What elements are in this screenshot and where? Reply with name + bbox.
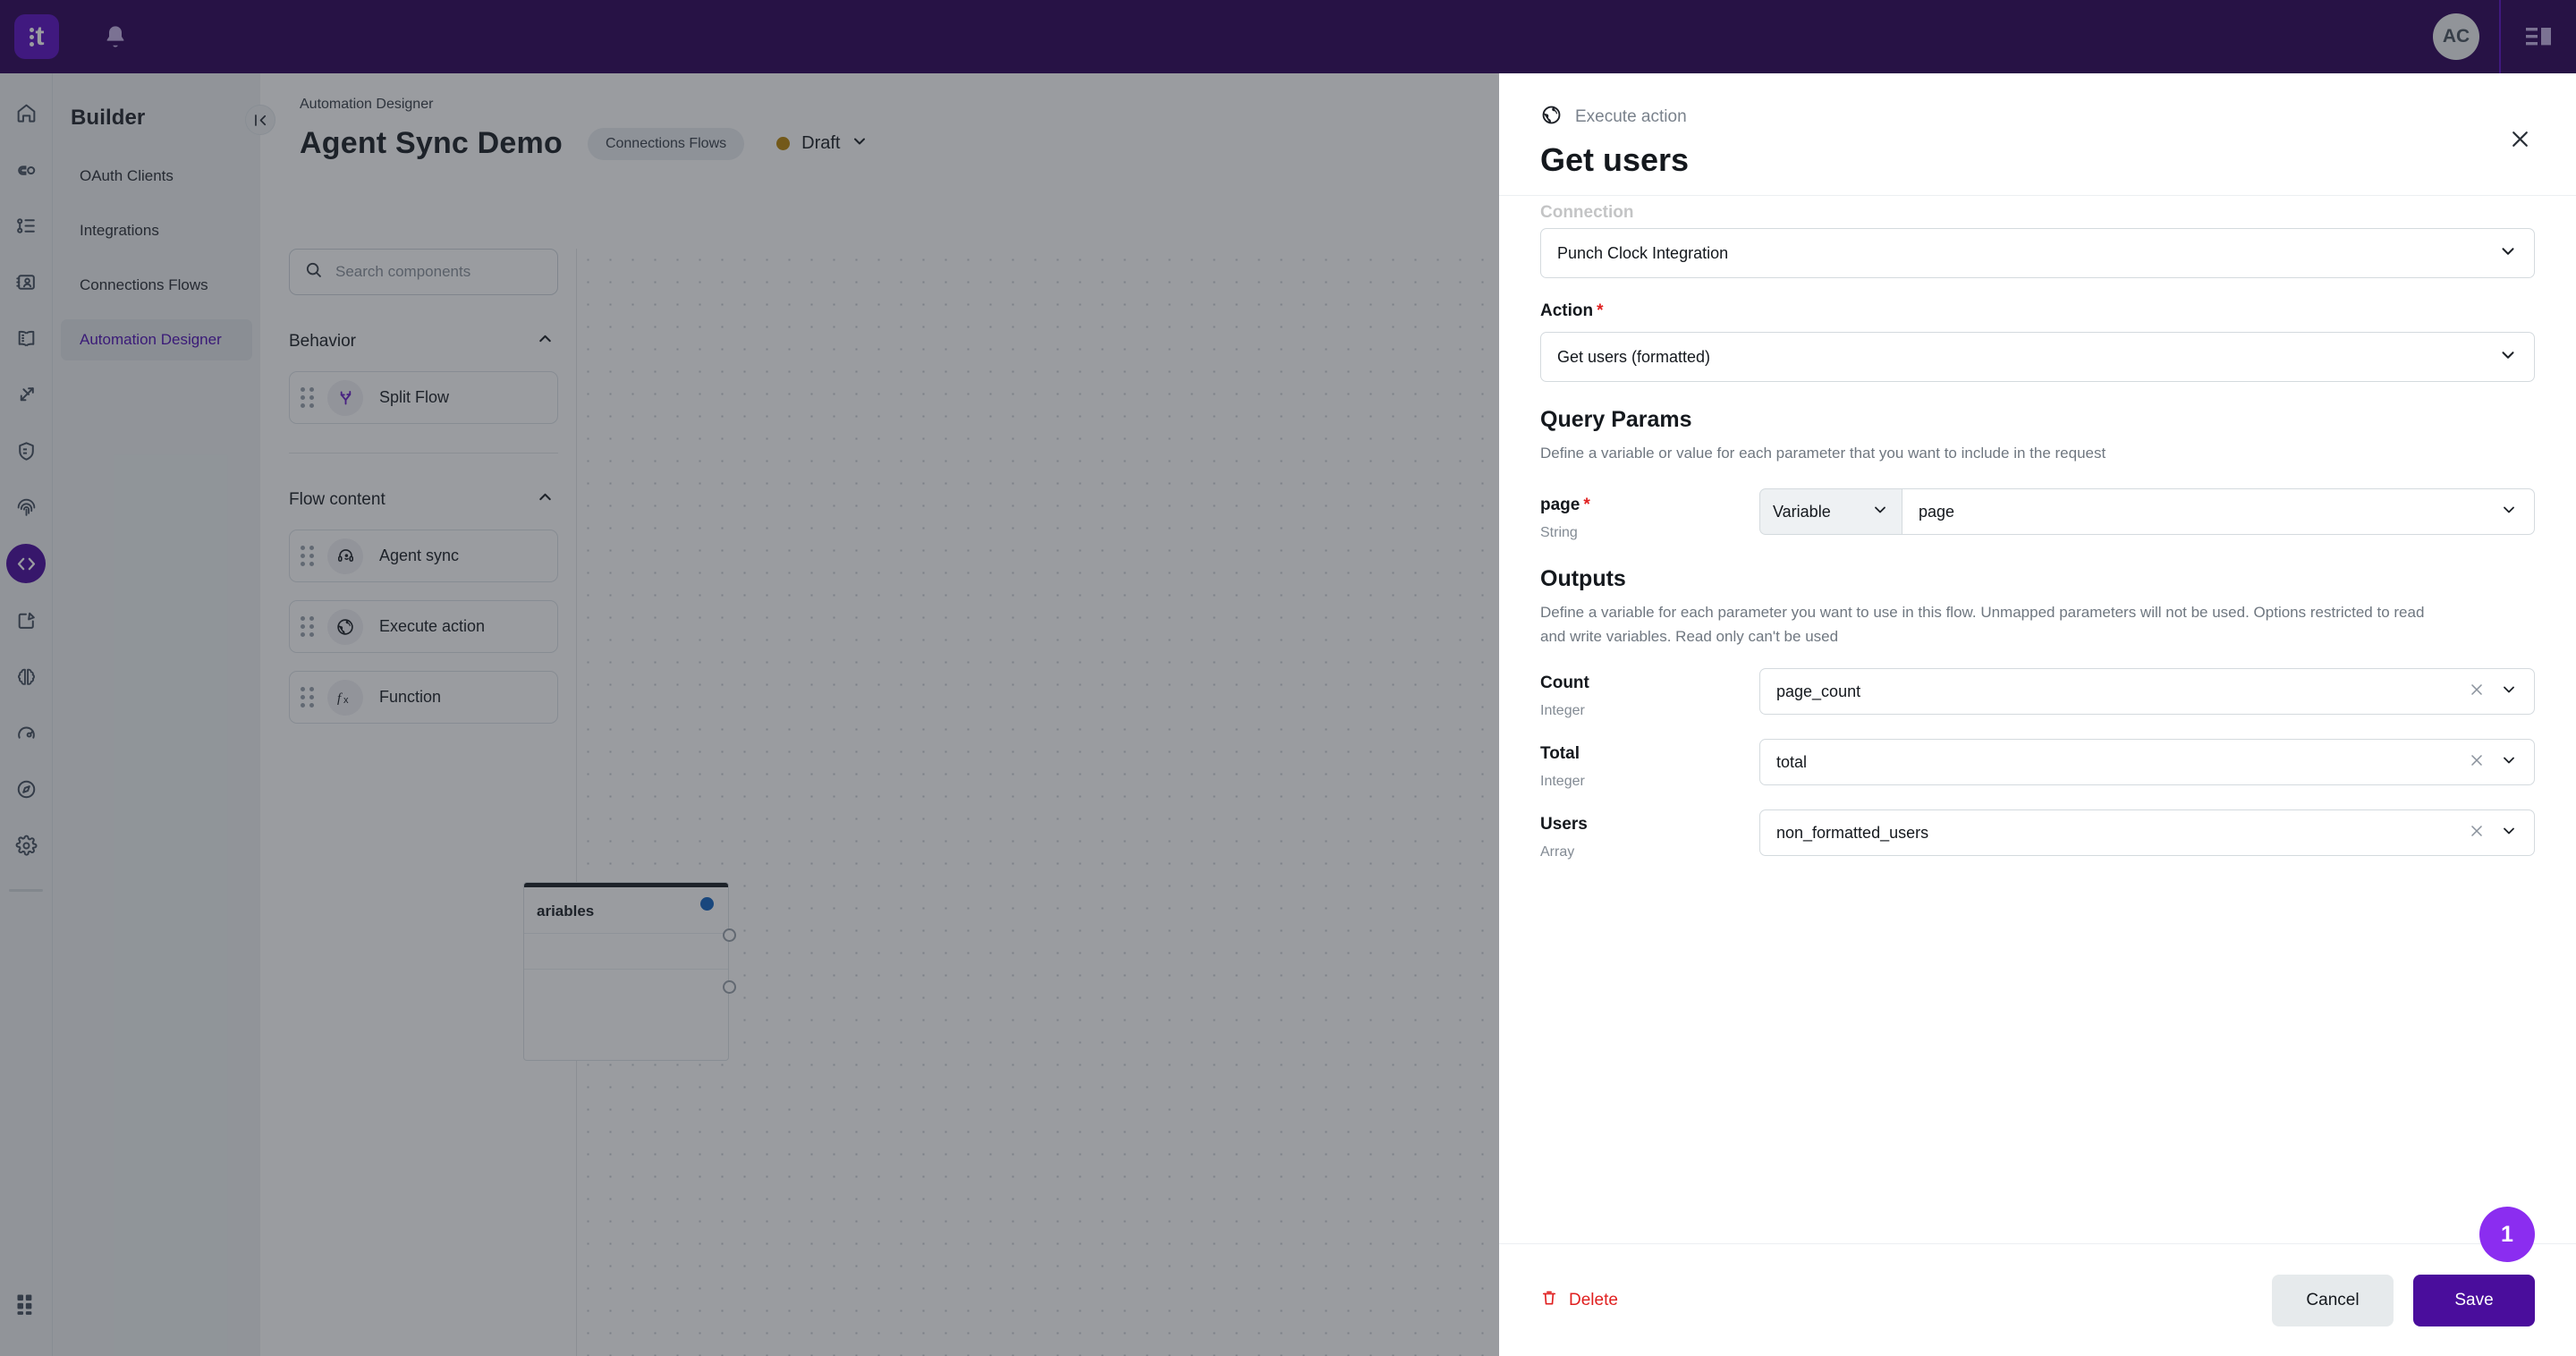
close-icon[interactable] [2468, 681, 2486, 702]
connection-value: Punch Clock Integration [1557, 243, 1729, 262]
output-value: page_count [1776, 682, 1861, 700]
close-icon[interactable] [2468, 822, 2486, 843]
output-name: Users [1540, 815, 1588, 835]
output-value: non_formatted_users [1776, 823, 1929, 842]
output-meta: Count Integer [1540, 668, 1759, 719]
query-param-mode-value: Variable [1773, 502, 1831, 521]
action-label-text: Action [1540, 301, 1594, 320]
output-type: Array [1540, 844, 1575, 860]
output-row-users: Users Array non_formatted_users [1540, 809, 2535, 860]
close-icon[interactable] [2468, 751, 2486, 773]
output-variable-select[interactable]: non_formatted_users [1759, 809, 2535, 857]
required-marker: * [1597, 301, 1604, 320]
query-params-description: Define a variable or value for each para… [1540, 445, 2106, 462]
drawer-header: Execute action Get users [1499, 73, 2576, 195]
drawer-body[interactable]: Connection Punch Clock Integration Actio… [1499, 195, 2576, 1243]
action-select[interactable]: Get users (formatted) [1540, 332, 2535, 382]
chevron-down-icon[interactable] [2498, 242, 2518, 266]
connection-select[interactable]: Punch Clock Integration [1540, 228, 2535, 278]
output-value: total [1776, 752, 1808, 771]
output-type: Integer [1540, 703, 1585, 719]
query-param-mode-select[interactable]: Variable [1759, 488, 1902, 536]
connection-label: Connection [1540, 203, 1634, 222]
delete-button[interactable]: Delete [1540, 1289, 1618, 1312]
chevron-down-icon[interactable] [1871, 501, 1889, 523]
drawer-footer: 1 Delete Cancel Save [1499, 1207, 2576, 1356]
app-root: t AC Builder OAuth Clients Integrations … [0, 0, 2576, 1356]
output-name: Total [1540, 744, 1580, 764]
required-marker: * [1583, 496, 1590, 515]
execute-action-drawer: Execute action Get users Connection Punc… [1499, 73, 2576, 1356]
drawer-kind-row: Execute action [1540, 104, 2535, 131]
drawer-kind-label: Execute action [1575, 107, 1687, 126]
action-label: Action * [1540, 301, 2535, 321]
globe-icon [1540, 104, 1563, 131]
action-value: Get users (formatted) [1557, 347, 1711, 366]
chevron-down-icon[interactable] [2498, 345, 2518, 369]
output-name: Count [1540, 674, 1589, 693]
query-param-row-page: page * String Variable page [1540, 488, 2535, 541]
drawer-title: Get users [1540, 141, 1690, 178]
query-param-control: Variable page [1759, 488, 2535, 536]
query-param-type: String [1540, 525, 1578, 541]
chevron-down-icon[interactable] [2500, 681, 2518, 703]
output-meta: Total Integer [1540, 739, 1759, 790]
save-button[interactable]: Save [2413, 1274, 2535, 1326]
output-type: Integer [1540, 774, 1585, 790]
query-param-meta: page * String [1540, 488, 1759, 541]
query-param-name: page * [1540, 496, 1759, 515]
trash-icon [1540, 1289, 1558, 1312]
output-variable-select[interactable]: total [1759, 739, 2535, 786]
close-icon[interactable] [2504, 123, 2535, 154]
step-badge[interactable]: 1 [2479, 1207, 2535, 1262]
delete-label: Delete [1569, 1290, 1618, 1309]
cancel-button[interactable]: Cancel [2272, 1274, 2394, 1326]
query-param-value-select[interactable]: page [1902, 488, 2535, 536]
output-variable-select[interactable]: page_count [1759, 668, 2535, 716]
footer-actions: Cancel Save [2272, 1274, 2535, 1326]
query-param-value: page [1919, 502, 1955, 521]
drawer-scroll-content: Connection Punch Clock Integration Actio… [1540, 196, 2535, 860]
chevron-down-icon[interactable] [2500, 822, 2518, 844]
outputs-description: Define a variable for each parameter you… [1540, 604, 2425, 645]
outputs-title: Outputs [1540, 566, 1626, 592]
query-param-name-text: page [1540, 496, 1580, 515]
chevron-down-icon[interactable] [2500, 501, 2518, 523]
query-params-title: Query Params [1540, 407, 1692, 432]
chevron-down-icon[interactable] [2500, 751, 2518, 774]
output-meta: Users Array [1540, 809, 1759, 860]
output-row-count: Count Integer page_count [1540, 668, 2535, 719]
output-row-total: Total Integer total [1540, 739, 2535, 790]
